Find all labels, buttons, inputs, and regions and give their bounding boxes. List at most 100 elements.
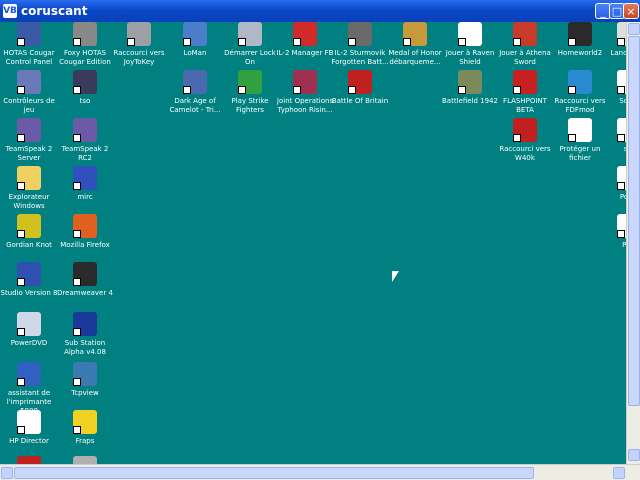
desktop-icon[interactable]: tso bbox=[56, 70, 114, 106]
desktop-icon-label: Jouer à Athena Sword bbox=[499, 49, 551, 66]
desktop-icon-label: Battle Of Britain bbox=[331, 97, 389, 105]
gamepad-icon bbox=[17, 70, 41, 94]
desktop-icon[interactable]: Soldn bbox=[600, 70, 626, 106]
desktop-icon-label: LoMan bbox=[183, 49, 207, 57]
desktop-icon[interactable]: Joint Operations Typhoon Risin... bbox=[276, 70, 334, 115]
scroll-up-button[interactable] bbox=[628, 23, 640, 35]
tso-icon bbox=[73, 70, 97, 94]
desktop-icon[interactable] bbox=[56, 456, 114, 464]
desktop-area: HOTAS Cougar Control Panel Foxy HOTAS Co… bbox=[0, 22, 626, 464]
desktop-icon-label: Dreamweaver 4 bbox=[57, 289, 113, 297]
desktop-icon-label: Joint Operations Typhoon Risin... bbox=[276, 97, 334, 114]
desktop-icon[interactable]: Battle Of Britain bbox=[331, 70, 389, 106]
vertical-scroll-thumb[interactable] bbox=[628, 36, 640, 406]
desktop-icon[interactable]: Jouer à Raven Shield bbox=[441, 22, 499, 67]
hp-icon bbox=[17, 362, 41, 386]
desktop-icon-label: Dark Age of Camelot - Tri... bbox=[169, 97, 221, 114]
desktop-icon-label: Explorateur Windows bbox=[8, 193, 50, 210]
desktop-icon-label: Studio Version 8 bbox=[0, 289, 58, 297]
desktop-icon[interactable]: Lance Dan bbox=[600, 22, 626, 58]
partial-icon bbox=[73, 456, 97, 464]
desktop-icon-label: Gordian Knot bbox=[6, 241, 52, 249]
fdf-icon bbox=[568, 70, 592, 94]
scroll-down-button[interactable] bbox=[628, 449, 640, 461]
desktop-icon-label: IL-2 Manager FB bbox=[276, 49, 334, 57]
desktop-icon[interactable]: Démarrer Lock On bbox=[221, 22, 279, 67]
window-title: coruscant bbox=[21, 4, 88, 18]
desktop-icon-label: TeamSpeak 2 RC2 bbox=[61, 145, 109, 162]
desktop-icon-label: Foxy HOTAS Cougar Edition bbox=[59, 49, 111, 66]
horizontal-scroll-thumb[interactable] bbox=[14, 467, 534, 479]
medal-icon bbox=[403, 22, 427, 46]
desktop-icon-label: Porta bbox=[619, 193, 626, 201]
desktop-icon[interactable]: mirc bbox=[56, 166, 114, 202]
jo-icon bbox=[293, 70, 317, 94]
title-bar: VB coruscant _ □ × bbox=[0, 0, 640, 22]
plane-icon bbox=[348, 22, 372, 46]
desktop-icon[interactable]: LoMan bbox=[166, 22, 224, 58]
desktop-icon[interactable]: FLASHPOINT BETA bbox=[496, 70, 554, 115]
scroll-right-button[interactable] bbox=[613, 467, 625, 479]
desktop-icon[interactable]: Jouer à Athena Sword bbox=[496, 22, 554, 67]
desktop-icon[interactable]: Studio Version 8 bbox=[0, 262, 58, 298]
knot-icon bbox=[17, 214, 41, 238]
vertical-scrollbar[interactable] bbox=[626, 22, 640, 464]
desktop-icon[interactable]: Dark Age of Camelot - Tri... bbox=[166, 70, 224, 115]
jet-icon bbox=[17, 22, 41, 46]
joystick-icon bbox=[127, 22, 151, 46]
desktop-icon[interactable]: HOTAS Cougar Control Panel bbox=[0, 22, 58, 67]
hp-director-icon bbox=[17, 410, 41, 434]
desktop-icon[interactable]: PowerDVD bbox=[0, 312, 58, 348]
desktop-icon[interactable]: Foxy HOTAS Cougar Edition bbox=[56, 22, 114, 67]
desktop-icon[interactable]: Fraps bbox=[56, 410, 114, 446]
porta-icon bbox=[617, 166, 626, 190]
desktop-icon[interactable]: assistant de l'imprimante 5800 bbox=[0, 362, 58, 416]
desktop-icon-label: Fraps bbox=[75, 437, 95, 445]
desktop-icon-label: Raccourci vers JoyToKey bbox=[113, 49, 165, 66]
flag-icon bbox=[73, 312, 97, 336]
desktop-icon[interactable]: Dreamweaver 4 bbox=[56, 262, 114, 298]
desktop-icon[interactable]: Sub Station Alpha v4.08 bbox=[56, 312, 114, 357]
desktop-icon[interactable]: Battlefield 1942 bbox=[441, 70, 499, 106]
desktop-icon-label: Lance Dan bbox=[610, 49, 626, 57]
close-button[interactable]: × bbox=[623, 3, 639, 19]
desktop-icon-label: Play Strike Fighters bbox=[231, 97, 269, 114]
teamspeak-icon bbox=[17, 118, 41, 142]
desktop-icon-label: IL-2 Sturmovik Forgotten Batt... bbox=[331, 49, 389, 66]
desktop-icon[interactable] bbox=[0, 456, 58, 464]
lance-icon bbox=[617, 22, 626, 46]
desktop-icon[interactable]: Prot bbox=[600, 214, 626, 250]
desktop-icon[interactable]: Raccourci vers W40k bbox=[496, 118, 554, 163]
desktop-icon[interactable]: TeamSpeak 2 RC2 bbox=[56, 118, 114, 163]
desktop-icon[interactable]: Mozilla Firefox bbox=[56, 214, 114, 250]
desktop-icon-label: tso bbox=[79, 97, 91, 105]
flashpoint-icon bbox=[513, 70, 537, 94]
desktop-icon[interactable]: Contrôleurs de jeu bbox=[0, 70, 58, 115]
desktop-icon[interactable]: Play Strike Fighters bbox=[221, 70, 279, 115]
app-icon: VB bbox=[3, 4, 17, 18]
desktop-icon-label: sm bbox=[623, 145, 626, 153]
desktop-icon-label: PowerDVD bbox=[10, 339, 48, 347]
desktop-icon-label: Sub Station Alpha v4.08 bbox=[64, 339, 106, 356]
desktop-icon[interactable]: Medal of Honor débarqueme... bbox=[386, 22, 444, 67]
folder-icon bbox=[17, 166, 41, 190]
desktop-icon[interactable]: TeamSpeak 2 Server bbox=[0, 118, 58, 163]
desktop-icon[interactable]: Raccourci vers JoyToKey bbox=[110, 22, 168, 67]
desktop-icon-label: Jouer à Raven Shield bbox=[445, 49, 495, 66]
desktop-icon-label: Démarrer Lock On bbox=[224, 49, 276, 66]
horizontal-scrollbar[interactable] bbox=[0, 464, 640, 480]
mouse-cursor-icon bbox=[392, 271, 399, 282]
desktop-icon[interactable]: Explorateur Windows bbox=[0, 166, 58, 211]
desktop-icon[interactable]: Gordian Knot bbox=[0, 214, 58, 250]
battlefield-icon bbox=[458, 70, 482, 94]
soldier-icon bbox=[617, 70, 626, 94]
desktop-icon[interactable]: HP Director bbox=[0, 410, 58, 446]
desktop-icon[interactable]: IL-2 Manager FB bbox=[276, 22, 334, 58]
desktop-icon[interactable]: Tcpview bbox=[56, 362, 114, 398]
desktop-icon[interactable]: Porta bbox=[600, 166, 626, 202]
scroll-left-button[interactable] bbox=[1, 467, 13, 479]
roundel-icon bbox=[348, 70, 372, 94]
desktop-icon[interactable]: IL-2 Sturmovik Forgotten Batt... bbox=[331, 22, 389, 67]
desktop-icon[interactable]: sm bbox=[600, 118, 626, 154]
desktop-icon-label: Prot bbox=[622, 241, 626, 249]
